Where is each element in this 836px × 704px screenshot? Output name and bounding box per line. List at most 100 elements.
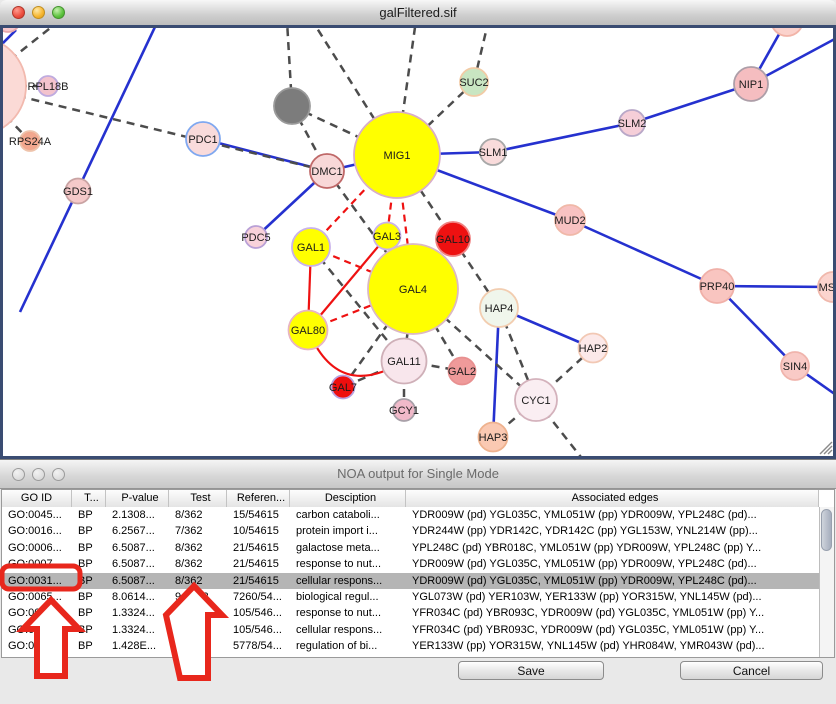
- table-cell: YGL073W (pd) YER103W, YER133W (pp) YOR31…: [406, 589, 819, 605]
- table-cell: YFR034C (pd) YBR093C, YDR009W (pd) YGL03…: [406, 605, 819, 621]
- node-label: MUD2: [554, 215, 585, 227]
- column-header[interactable]: T...: [72, 490, 106, 507]
- node-label: HAP4: [485, 303, 514, 315]
- table-row[interactable]: GO:0016...BP6.2567...7/36210/54615protei…: [2, 523, 819, 539]
- node-label: GAL11: [387, 356, 420, 368]
- node-label: PDC5: [241, 232, 270, 244]
- table-row[interactable]: GO:0050...BP1.428E...80/3625778/54...reg…: [2, 638, 819, 654]
- node-unlabeled-pink-topright[interactable]: [771, 28, 803, 36]
- table-row[interactable]: GO:0031...BP6.5087...8/36221/54615cellul…: [2, 573, 819, 589]
- column-header[interactable]: Referen...: [227, 490, 290, 507]
- table-cell: 6.5087...: [106, 573, 169, 589]
- node-label: RPS24A: [9, 136, 52, 148]
- window-title: galFiltered.sif: [0, 0, 836, 25]
- table-cell: BP: [72, 540, 106, 556]
- table-row[interactable]: GO:0006...BP6.5087...8/36221/54615galact…: [2, 540, 819, 556]
- table-cell: 5778/54...: [227, 638, 290, 654]
- table-cell: BP: [72, 605, 106, 621]
- node-label: HAP3: [479, 432, 508, 444]
- table-cell: regulation of bi...: [290, 638, 406, 654]
- table-row[interactable]: GO:0031...BP1.3324...11/362105/546...res…: [2, 605, 819, 621]
- node-label: GDS1: [63, 186, 93, 198]
- node-label: MSL1: [819, 282, 833, 294]
- node-label: CYC1: [521, 395, 550, 407]
- graph-edge[interactable]: [20, 28, 163, 312]
- save-button[interactable]: Save: [458, 661, 604, 680]
- table-row[interactable]: GO:0045...BP2.1308...8/36215/54615carbon…: [2, 507, 819, 523]
- table-cell: 1.3324...: [106, 605, 169, 621]
- table-cell: 10/54615: [227, 523, 290, 539]
- node-label: RPL18B: [28, 81, 69, 93]
- table-cell: 6.5087...: [106, 556, 169, 572]
- table-cell: YDR009W (pd) YGL035C, YML051W (pp) YDR00…: [406, 573, 819, 589]
- node-label: HAP2: [579, 343, 608, 355]
- node-label: GAL10: [436, 234, 470, 246]
- table-cell: BP: [72, 589, 106, 605]
- table-cell: cellular respons...: [290, 622, 406, 638]
- column-header[interactable]: Associated edges: [406, 490, 819, 507]
- node-unlabeled-pink-large[interactable]: [3, 37, 26, 135]
- table-cell: YER133W (pp) YOR315W, YNL145W (pd) YHR08…: [406, 638, 819, 654]
- table-cell: 1.3324...: [106, 622, 169, 638]
- graph-edge[interactable]: [570, 220, 717, 286]
- node-label: MIG1: [384, 150, 411, 162]
- table-cell: BP: [72, 556, 106, 572]
- noa-window-titlebar[interactable]: NOA output for Single Mode: [0, 460, 836, 489]
- table-cell: response to nut...: [290, 556, 406, 572]
- table-row[interactable]: GO:0031...BP1.3324...11/362105/546...cel…: [2, 622, 819, 638]
- table-cell: 94/362: [169, 589, 227, 605]
- column-header[interactable]: Test: [169, 490, 227, 507]
- network-canvas-svg[interactable]: RPL18BRPS24AGDS1PDC1SUC2NIP1SLM2SLM1MIG1…: [3, 28, 833, 456]
- table-cell: 8/362: [169, 507, 227, 523]
- table-cell: YDR009W (pd) YGL035C, YML051W (pp) YDR00…: [406, 556, 819, 572]
- noa-table-header: GO IDT...P-valueTestReferen...Desciption…: [2, 490, 819, 508]
- node-label: GAL2: [448, 366, 476, 378]
- noa-window: NOA output for Single Mode GO IDT...P-va…: [0, 459, 836, 704]
- scrollbar-thumb[interactable]: [821, 509, 832, 551]
- table-scrollbar[interactable]: [819, 507, 834, 657]
- table-cell: response to nut...: [290, 605, 406, 621]
- table-cell: 8.0614...: [106, 589, 169, 605]
- node-unlabeled-pink-topleft[interactable]: [3, 28, 20, 32]
- table-row[interactable]: GO:0065...BP8.0614...94/3627260/54...bio…: [2, 589, 819, 605]
- table-cell: GO:0006...: [2, 540, 72, 556]
- column-header[interactable]: GO ID: [2, 490, 72, 507]
- node-label: SLM2: [618, 118, 647, 130]
- table-row[interactable]: GO:0007...BP6.5087...8/36221/54615respon…: [2, 556, 819, 572]
- table-cell: YDR009W (pd) YGL035C, YML051W (pp) YDR00…: [406, 507, 819, 523]
- table-cell: 2.1308...: [106, 507, 169, 523]
- table-cell: BP: [72, 507, 106, 523]
- cancel-button[interactable]: Cancel: [680, 661, 823, 680]
- table-cell: 21/54615: [227, 556, 290, 572]
- table-cell: 21/54615: [227, 540, 290, 556]
- table-cell: cellular respons...: [290, 573, 406, 589]
- column-header[interactable]: P-value: [106, 490, 169, 507]
- table-cell: 6.5087...: [106, 540, 169, 556]
- node-unlabeled-gray[interactable]: [274, 88, 310, 124]
- table-cell: GO:0065...: [2, 589, 72, 605]
- noa-table-body: GO:0045...BP2.1308...8/36215/54615carbon…: [2, 507, 819, 657]
- table-cell: 6.2567...: [106, 523, 169, 539]
- column-header[interactable]: Desciption: [290, 490, 406, 507]
- table-cell: YDR244W (pp) YDR142C, YDR142C (pp) YGL15…: [406, 523, 819, 539]
- table-cell: GO:0031...: [2, 573, 72, 589]
- table-cell: YPL248C (pd) YBR018C, YML051W (pp) YDR00…: [406, 540, 819, 556]
- table-cell: GO:0031...: [2, 622, 72, 638]
- graph-window-titlebar[interactable]: galFiltered.sif: [0, 0, 836, 26]
- node-label: GAL3: [373, 231, 401, 243]
- graph-edge[interactable]: [493, 123, 632, 152]
- table-cell: GO:0016...: [2, 523, 72, 539]
- node-label: SLM1: [479, 147, 508, 159]
- network-canvas[interactable]: RPL18BRPS24AGDS1PDC1SUC2NIP1SLM2SLM1MIG1…: [0, 25, 836, 459]
- table-cell: galactose meta...: [290, 540, 406, 556]
- noa-results-table: GO IDT...P-valueTestReferen...Desciption…: [1, 489, 835, 658]
- table-cell: BP: [72, 638, 106, 654]
- node-label: GAL4: [399, 284, 427, 296]
- table-cell: YFR034C (pd) YBR093C, YDR009W (pd) YGL03…: [406, 622, 819, 638]
- node-label: GCY1: [389, 405, 419, 417]
- table-cell: biological regul...: [290, 589, 406, 605]
- resize-grip-icon[interactable]: [820, 442, 832, 454]
- graph-edge[interactable]: [632, 84, 751, 123]
- edges-layer: [3, 28, 833, 456]
- table-cell: 8/362: [169, 573, 227, 589]
